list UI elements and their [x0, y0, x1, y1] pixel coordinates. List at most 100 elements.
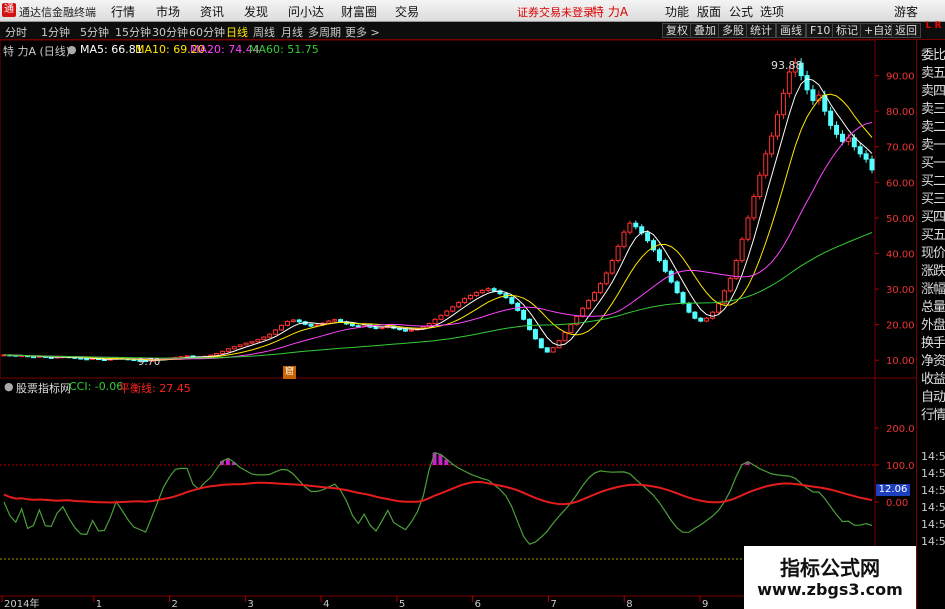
side-item[interactable]: 买四 — [921, 206, 945, 225]
candle-down — [527, 318, 533, 331]
menu-item-trade[interactable]: 交易 — [395, 3, 419, 20]
event-marker[interactable]: 窟 — [283, 366, 296, 379]
menu-item-layout[interactable]: 版面 — [697, 3, 721, 20]
candle-down — [656, 249, 662, 262]
period-60min[interactable]: 60分钟 — [189, 24, 225, 40]
menu-item-formula[interactable]: 公式 — [729, 3, 753, 20]
side-item[interactable]: 买二 — [921, 170, 945, 189]
candle-down — [863, 153, 869, 160]
tool-stats[interactable]: 统计 — [746, 23, 776, 38]
period-1min[interactable]: 1分钟 — [41, 24, 70, 40]
tool-multi-stock[interactable]: 多股 — [718, 23, 748, 38]
candle-up — [727, 277, 733, 292]
period-weekly[interactable]: 周线 — [253, 24, 275, 40]
menu-item-wealth[interactable]: 财富圈 — [341, 3, 377, 20]
period-15min[interactable]: 15分钟 — [115, 24, 151, 40]
candle-down — [355, 325, 361, 328]
period-more[interactable]: 更多 > — [345, 24, 380, 40]
x-tick-label: 3 — [247, 599, 253, 609]
period-monthly[interactable]: 月线 — [281, 24, 303, 40]
candle-down — [349, 323, 355, 327]
candle-up — [279, 324, 285, 331]
period-daily[interactable]: 日线 — [226, 24, 248, 40]
candle-up — [780, 92, 786, 116]
menu-item-ask[interactable]: 问小达 — [288, 3, 324, 20]
candle-up — [710, 311, 716, 319]
x-tick-label: 2 — [172, 599, 178, 609]
login-notice[interactable]: 证券交易未登录 — [517, 4, 594, 20]
tool-overlay[interactable]: 叠加 — [690, 23, 720, 38]
side-item[interactable]: 自动 — [921, 386, 945, 405]
chart-canvas[interactable]: 90.0080.0070.0060.0050.0040.0030.0020.00… — [0, 40, 916, 609]
watermark-title: 指标公式网 — [780, 556, 880, 580]
period-5min[interactable]: 5分钟 — [80, 24, 109, 40]
candle-down — [532, 329, 538, 340]
corner-badge: L R — [925, 21, 942, 31]
candle-up — [261, 336, 267, 341]
side-item[interactable]: 卖二 — [921, 116, 945, 135]
cci-histogram — [219, 452, 750, 465]
price-tick-label: 30.00 — [886, 285, 915, 296]
side-item[interactable]: 换手 — [921, 332, 945, 351]
side-item[interactable]: 收益 — [921, 368, 945, 387]
tick-time: 14:50 — [921, 484, 945, 497]
x-tick-label: 9 — [702, 599, 708, 609]
candle-down — [834, 124, 840, 135]
candle-up — [763, 153, 769, 176]
app-logo-icon: 通 — [2, 3, 16, 17]
period-30min[interactable]: 30分钟 — [152, 24, 188, 40]
side-item[interactable]: 卖三 — [921, 98, 945, 117]
candle-up — [462, 298, 468, 304]
side-item[interactable]: 卖四 — [921, 80, 945, 99]
candle-down — [84, 358, 90, 361]
candle-down — [692, 311, 698, 319]
candle-down — [633, 222, 639, 228]
tick-time: 14:50 — [921, 501, 945, 514]
candle-up — [715, 302, 721, 313]
tool-mark[interactable]: 标记 — [832, 23, 862, 38]
side-item[interactable]: 买五 — [921, 224, 945, 243]
period-multi[interactable]: 多周期 — [308, 24, 341, 40]
side-item[interactable]: 买三 — [921, 188, 945, 207]
side-item[interactable]: 涨幅 — [921, 278, 945, 297]
tool-f10[interactable]: F10 — [806, 23, 835, 38]
candle-down — [810, 89, 816, 101]
settings-dot-icon[interactable]: ● — [67, 43, 77, 56]
menu-item-quotes[interactable]: 行情 — [111, 3, 135, 20]
menu-item-news[interactable]: 资讯 — [200, 3, 224, 20]
tool-adjust[interactable]: 复权 — [662, 23, 692, 38]
candle-up — [479, 289, 485, 294]
menu-item-options[interactable]: 选项 — [760, 3, 784, 20]
side-item[interactable]: 委比 — [921, 44, 945, 63]
indicator-dot-icon[interactable]: ● — [4, 380, 14, 393]
candle-up — [225, 348, 231, 352]
candle-down — [851, 137, 857, 148]
candle-down — [78, 357, 84, 360]
side-item[interactable]: 买一 — [921, 152, 945, 171]
candle-down — [857, 146, 863, 155]
period-intraday[interactable]: 分时 — [5, 24, 27, 40]
side-item[interactable]: 涨跌 — [921, 260, 945, 279]
side-item[interactable]: 卖一 — [921, 134, 945, 153]
candle-up — [568, 324, 574, 333]
tool-back[interactable]: 返回 — [891, 23, 921, 38]
side-item[interactable]: 行情 — [921, 404, 945, 423]
side-item[interactable]: 外盘 — [921, 314, 945, 333]
candle-down — [544, 347, 550, 353]
menu-item-functions[interactable]: 功能 — [665, 3, 689, 20]
candle-down — [538, 338, 544, 349]
price-tick-label: 80.00 — [886, 107, 915, 118]
side-item[interactable]: 卖五 — [921, 62, 945, 81]
side-item[interactable]: 总量 — [921, 296, 945, 315]
guest-label[interactable]: 游客 — [894, 3, 918, 20]
tool-draw[interactable]: 画线 — [776, 23, 806, 38]
menu-item-discover[interactable]: 发现 — [244, 3, 268, 20]
candle-down — [804, 75, 810, 91]
menu-item-market[interactable]: 市场 — [156, 3, 180, 20]
candle-up — [775, 114, 781, 137]
low-price-label: 9.70 — [138, 357, 161, 368]
side-item[interactable]: 净资 — [921, 350, 945, 369]
candle-down — [674, 281, 680, 294]
x-tick-label: 8 — [626, 599, 632, 609]
side-item[interactable]: 现价 — [921, 242, 945, 261]
